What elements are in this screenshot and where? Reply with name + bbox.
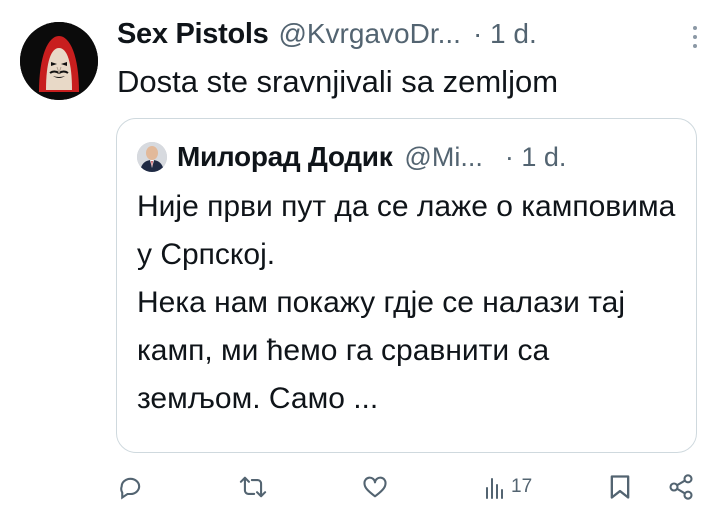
retweet-button[interactable] bbox=[238, 470, 268, 504]
author-handle[interactable]: @KvrgavoDr... bbox=[278, 18, 460, 50]
tweet-text: Dosta ste sravnjivali sa zemljom bbox=[117, 64, 559, 99]
views-icon bbox=[486, 478, 503, 499]
like-button[interactable] bbox=[361, 470, 389, 504]
views-button[interactable]: 17 bbox=[483, 470, 532, 504]
share-icon bbox=[669, 474, 693, 500]
quoted-tweet-line: Није први пут да се лаже о камповима у С… bbox=[137, 190, 676, 271]
author-avatar[interactable] bbox=[20, 22, 98, 100]
bookmark-button[interactable] bbox=[607, 470, 633, 504]
tweet-header: Sex Pistols @KvrgavoDr... · 1 d. bbox=[117, 18, 696, 58]
views-count: 17 bbox=[511, 476, 533, 497]
reply-button[interactable] bbox=[117, 470, 145, 504]
like-icon bbox=[363, 476, 387, 498]
quoted-author-name: Милорад Додик bbox=[177, 141, 393, 172]
more-options-icon[interactable] bbox=[692, 26, 698, 48]
tweet-timestamp[interactable]: · 1 d. bbox=[473, 18, 537, 50]
quoted-author-avatar bbox=[137, 142, 167, 172]
quoted-tweet-timestamp: · 1 d. bbox=[504, 141, 567, 172]
quoted-author-handle: @Mi... bbox=[404, 141, 483, 172]
bookmark-icon bbox=[610, 475, 630, 499]
retweet-icon bbox=[239, 476, 267, 498]
author-name[interactable]: Sex Pistols bbox=[117, 18, 269, 51]
quoted-tweet-line: Нека нам покажу гдје се налази тај камп,… bbox=[137, 286, 626, 415]
tweet-actions: 17 bbox=[117, 470, 697, 504]
reply-icon bbox=[120, 477, 141, 500]
quoted-tweet-text: Није први пут да се лаже о камповима у С… bbox=[137, 183, 680, 423]
quoted-tweet-header: Милорад Додик @Mi... · 1 d. bbox=[137, 137, 678, 177]
share-button[interactable] bbox=[667, 470, 695, 504]
quoted-tweet[interactable]: Милорад Додик @Mi... · 1 d. Није први пу… bbox=[116, 118, 697, 453]
